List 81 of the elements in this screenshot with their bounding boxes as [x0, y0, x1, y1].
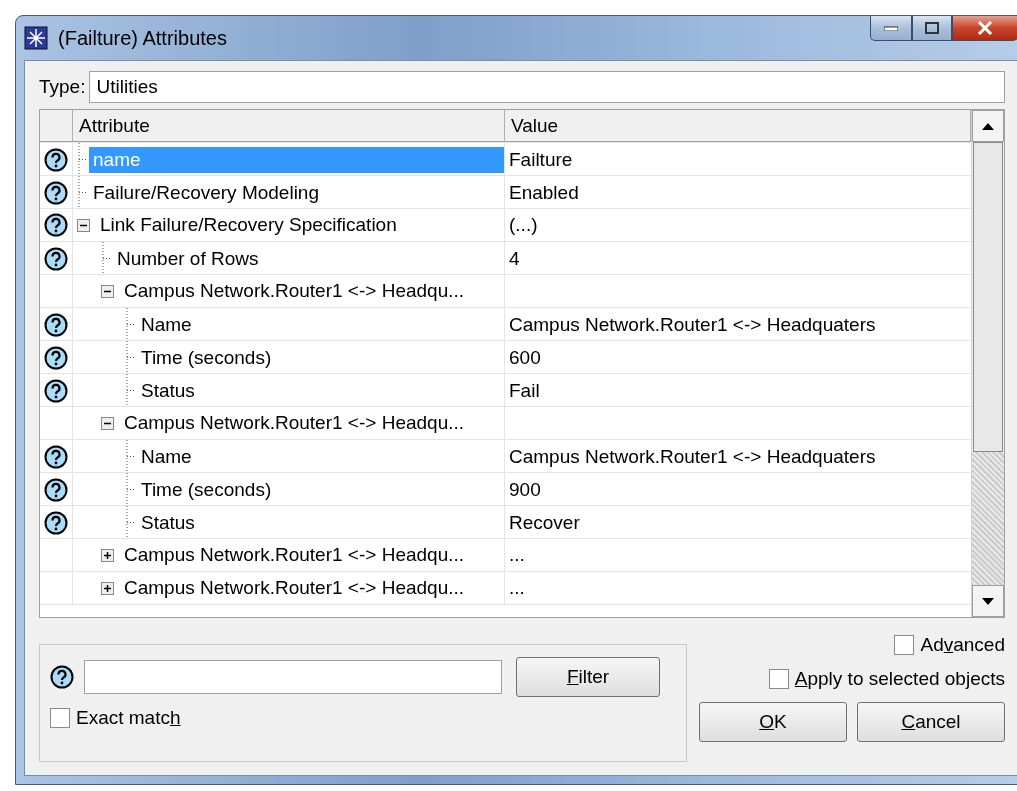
- type-field[interactable]: Utilities: [89, 71, 1005, 103]
- expand-icon[interactable]: [101, 548, 114, 562]
- window-title: (Failture) Attributes: [58, 26, 227, 50]
- attribute-name[interactable]: Link Failure/Recovery Specification: [96, 212, 401, 238]
- table-row[interactable]: Campus Network.Router1 <-> Headqu... ...: [40, 539, 971, 572]
- help-icon[interactable]: [44, 510, 68, 535]
- scroll-down-button[interactable]: [972, 585, 1004, 617]
- checkbox-label[interactable]: Apply to selected objects: [794, 668, 1005, 690]
- attribute-value[interactable]: 600: [509, 346, 541, 369]
- help-icon[interactable]: [44, 213, 68, 237]
- scrollbar-thumb[interactable]: [973, 142, 1003, 452]
- tree-connector-icon: [125, 341, 137, 374]
- help-icon[interactable]: [44, 246, 68, 271]
- app-icon: [24, 26, 48, 50]
- tree-connector-icon: [125, 440, 137, 473]
- attribute-name[interactable]: Failure/Recovery Modeling: [89, 179, 323, 206]
- attribute-name[interactable]: Status: [137, 377, 199, 404]
- column-header[interactable]: Value: [505, 110, 971, 142]
- checkbox-label[interactable]: Advanced: [920, 634, 1005, 656]
- checkbox-label[interactable]: Exact match: [76, 707, 181, 729]
- checkbox[interactable]: [768, 669, 789, 689]
- up-arrow-icon: [982, 122, 994, 130]
- attribute-name[interactable]: Campus Network.Router1 <-> Headqu...: [120, 542, 469, 568]
- table-row[interactable]: Campus Network.Router1 <-> Headqu... ...: [40, 572, 971, 605]
- help-icon[interactable]: [50, 665, 74, 689]
- attribute-name[interactable]: Name: [137, 311, 196, 338]
- tree-connector-icon: [77, 176, 89, 209]
- collapse-icon[interactable]: [101, 416, 114, 430]
- attribute-value[interactable]: Campus Network.Router1 <-> Headquaters: [509, 313, 876, 336]
- help-icon[interactable]: [44, 345, 68, 370]
- cancel-button[interactable]: Cancel: [857, 702, 1005, 742]
- attribute-value[interactable]: Enabled: [509, 181, 579, 204]
- attribute-value[interactable]: Failture: [509, 148, 573, 171]
- attribute-value[interactable]: ...: [509, 544, 525, 566]
- tree-connector-icon: [125, 473, 137, 506]
- attribute-name[interactable]: Campus Network.Router1 <-> Headqu...: [120, 410, 469, 436]
- maximize-button[interactable]: [912, 16, 952, 41]
- attribute-value[interactable]: Campus Network.Router1 <-> Headquaters: [509, 445, 876, 468]
- table-row[interactable]: Campus Network.Router1 <-> Headqu...: [40, 407, 971, 440]
- tree-connector-icon: [125, 374, 137, 407]
- table-row[interactable]: Campus Network.Router1 <-> Headqu...: [40, 275, 971, 308]
- attribute-name[interactable]: Time (seconds): [137, 344, 276, 371]
- attribute-value[interactable]: ...: [509, 577, 525, 599]
- filter-button[interactable]: Filter: [516, 657, 660, 697]
- attribute-name[interactable]: Time (seconds): [137, 476, 276, 503]
- collapse-icon[interactable]: [77, 218, 90, 232]
- help-icon[interactable]: [44, 378, 68, 403]
- checkbox[interactable]: [894, 635, 915, 655]
- tree-connector-icon: [125, 308, 137, 341]
- close-button[interactable]: [952, 16, 1017, 41]
- tree-connector-icon: [101, 242, 113, 275]
- tree-connector-icon: [77, 143, 89, 176]
- maximize-icon: [925, 22, 939, 34]
- checkbox[interactable]: [50, 708, 70, 728]
- attribute-value[interactable]: (...): [509, 214, 538, 236]
- attribute-name[interactable]: Number of Rows: [113, 245, 263, 272]
- ok-button[interactable]: OK: [699, 702, 847, 742]
- attribute-name[interactable]: Name: [137, 443, 196, 470]
- attribute-value[interactable]: Recover: [509, 511, 580, 534]
- attribute-name[interactable]: Campus Network.Router1 <-> Headqu...: [120, 278, 469, 304]
- collapse-icon[interactable]: [101, 284, 114, 298]
- attribute-name[interactable]: Status: [137, 509, 199, 536]
- attribute-name[interactable]: Campus Network.Router1 <-> Headqu...: [120, 575, 469, 601]
- attribute-value[interactable]: Fail: [509, 379, 540, 402]
- column-header[interactable]: Attribute: [73, 110, 505, 142]
- help-icon[interactable]: [44, 444, 68, 469]
- down-arrow-icon: [982, 597, 994, 605]
- attribute-value[interactable]: 900: [509, 478, 541, 501]
- help-icon[interactable]: [44, 147, 68, 172]
- help-icon[interactable]: [44, 477, 68, 502]
- help-icon[interactable]: [44, 180, 68, 205]
- tree-connector-icon: [125, 506, 137, 539]
- close-icon: [977, 21, 993, 35]
- minimize-icon: [884, 25, 898, 31]
- filter-field[interactable]: [84, 660, 502, 694]
- type-label: Type:: [39, 76, 86, 98]
- minimize-button[interactable]: [870, 16, 912, 41]
- expand-icon[interactable]: [101, 581, 114, 595]
- attribute-value[interactable]: 4: [509, 247, 520, 270]
- help-icon[interactable]: [44, 312, 68, 337]
- scroll-up-button[interactable]: [972, 110, 1004, 142]
